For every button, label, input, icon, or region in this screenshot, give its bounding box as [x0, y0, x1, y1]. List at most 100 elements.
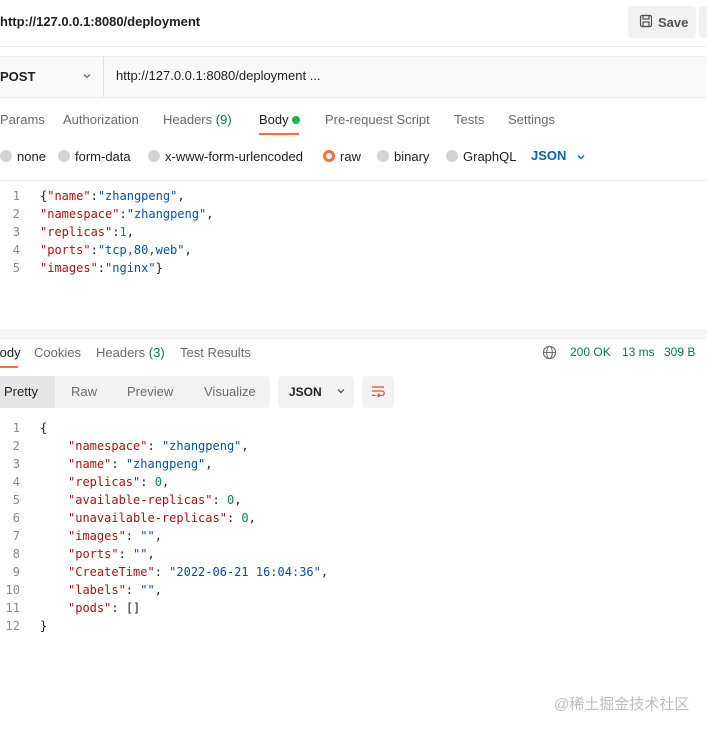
code-line: "labels": "", — [68, 583, 162, 597]
code-line: "name": "zhangpeng", — [68, 457, 213, 471]
json-value: "zhangpeng" — [125, 457, 206, 471]
response-tab-headers-label: Headers — [96, 345, 146, 360]
comma: , — [161, 475, 170, 489]
line-number: 1 — [12, 421, 20, 435]
tab-authorization[interactable]: Authorization — [63, 112, 139, 127]
radio-raw[interactable]: raw — [323, 148, 361, 164]
json-key: "labels" — [68, 583, 126, 597]
json-key: "namespace" — [40, 207, 120, 221]
tab-headers-count: (9) — [215, 112, 232, 127]
chevron-down-icon[interactable] — [576, 150, 586, 165]
radio-label: GraphQL — [463, 148, 517, 164]
status-code[interactable]: 200 OK — [570, 345, 611, 359]
radio-label: binary — [394, 148, 430, 164]
resize-handle[interactable] — [0, 330, 707, 339]
colon: : — [111, 457, 126, 471]
json-key: "name" — [47, 189, 91, 203]
save-button[interactable]: Save — [628, 6, 696, 38]
tab-headers[interactable]: Headers (9) — [163, 112, 232, 127]
response-tab-body[interactable]: Body — [0, 345, 21, 360]
code-line: "pods": [] — [68, 601, 140, 615]
line-number: 2 — [12, 207, 20, 221]
tab-pre-request-script[interactable]: Pre-request Script — [325, 112, 430, 127]
body-active-dot — [292, 116, 300, 124]
comma: , — [241, 439, 249, 453]
colon: : — [140, 475, 155, 489]
request-title[interactable]: http://127.0.0.1:8080/deployment — [0, 14, 200, 29]
brace: } — [40, 619, 48, 633]
json-key: "pods" — [68, 601, 112, 615]
colon: : — [147, 439, 162, 453]
radio-dot — [446, 150, 458, 162]
code-line: "namespace": "zhangpeng", — [68, 439, 249, 453]
comma: , — [177, 189, 185, 203]
chevron-down-icon[interactable] — [82, 69, 92, 84]
radio-none[interactable]: none — [0, 148, 46, 164]
wrap-lines-button[interactable] — [362, 376, 394, 408]
code-line: "replicas":1, — [40, 225, 134, 239]
response-time[interactable]: 13 ms — [622, 345, 655, 359]
line-number: 1 — [12, 189, 20, 203]
method-select[interactable]: POST — [0, 69, 35, 84]
url-input[interactable]: http://127.0.0.1:8080/deployment ... — [116, 68, 321, 83]
comma: , — [320, 565, 329, 579]
code-line: "ports":"tcp,80,web", — [40, 243, 192, 257]
brace: { — [40, 421, 48, 435]
title-bar: http://127.0.0.1:8080/deployment Save — [0, 0, 707, 47]
active-tab-indicator — [259, 133, 299, 135]
radio-x-www-form-urlencoded[interactable]: x-www-form-urlencoded — [148, 148, 303, 164]
response-body-viewer[interactable]: 1 2 3 4 5 6 7 8 9 10 11 12 { "namespace"… — [0, 416, 707, 646]
comma: , — [154, 529, 162, 543]
code-line: "CreateTime": "2022-06-21 16:04:36", — [68, 565, 328, 579]
json-key: "images" — [68, 529, 126, 543]
line-number: 5 — [12, 493, 20, 507]
radio-dot — [148, 150, 160, 162]
json-key: "replicas" — [40, 225, 113, 239]
json-value: "" — [140, 583, 155, 597]
tab-tests[interactable]: Tests — [454, 112, 484, 127]
response-tab-test-results[interactable]: Test Results — [180, 345, 251, 360]
view-visualize-button[interactable]: Visualize — [204, 376, 256, 408]
response-size[interactable]: 309 B — [664, 345, 695, 359]
radio-label: raw — [340, 148, 361, 164]
view-pretty-button[interactable]: Pretty — [0, 376, 55, 408]
colon: : — [226, 511, 242, 525]
line-number: 4 — [12, 475, 20, 489]
response-tab-headers-count: (3) — [148, 345, 165, 360]
comma: , — [248, 511, 256, 525]
tab-body[interactable]: Body — [259, 112, 289, 127]
radio-graphql[interactable]: GraphQL — [446, 148, 516, 164]
line-number: 12 — [5, 619, 20, 633]
colon: : — [212, 493, 227, 507]
json-value: 0 — [154, 475, 162, 489]
body-format-select[interactable]: JSON — [531, 148, 566, 163]
chevron-down-icon — [336, 385, 346, 399]
colon: : — [111, 601, 126, 615]
response-format-select[interactable]: JSON — [278, 376, 354, 408]
view-raw-button[interactable]: Raw — [71, 376, 97, 408]
view-preview-button[interactable]: Preview — [127, 376, 173, 408]
request-body-editor[interactable]: 1 2 3 4 5 {"name":"zhangpeng", "namespac… — [0, 180, 707, 331]
tab-settings[interactable]: Settings — [508, 112, 555, 127]
colon: : — [154, 565, 170, 579]
json-key: "namespace" — [68, 439, 148, 453]
line-number: 8 — [12, 547, 20, 561]
line-number: 10 — [5, 583, 20, 597]
json-value: "" — [140, 529, 155, 543]
save-options-button[interactable] — [699, 6, 707, 38]
response-tab-cookies[interactable]: Cookies — [34, 345, 81, 360]
request-url-bar: POST http://127.0.0.1:8080/deployment ..… — [0, 56, 707, 98]
radio-binary[interactable]: binary — [377, 148, 429, 164]
tab-params[interactable]: Params — [0, 112, 45, 127]
code-line: "images": "", — [68, 529, 162, 543]
response-tab-headers[interactable]: Headers (3) — [96, 345, 165, 360]
save-label: Save — [658, 14, 689, 30]
line-number: 2 — [12, 439, 20, 453]
line-number: 5 — [12, 261, 20, 275]
code-line: {"name":"zhangpeng", — [40, 189, 185, 203]
globe-icon[interactable] — [542, 345, 557, 363]
json-key: "available-replicas" — [68, 493, 213, 507]
radio-form-data[interactable]: form-data — [58, 148, 131, 164]
line-number: 3 — [12, 225, 20, 239]
radio-dot-selected — [323, 150, 335, 162]
